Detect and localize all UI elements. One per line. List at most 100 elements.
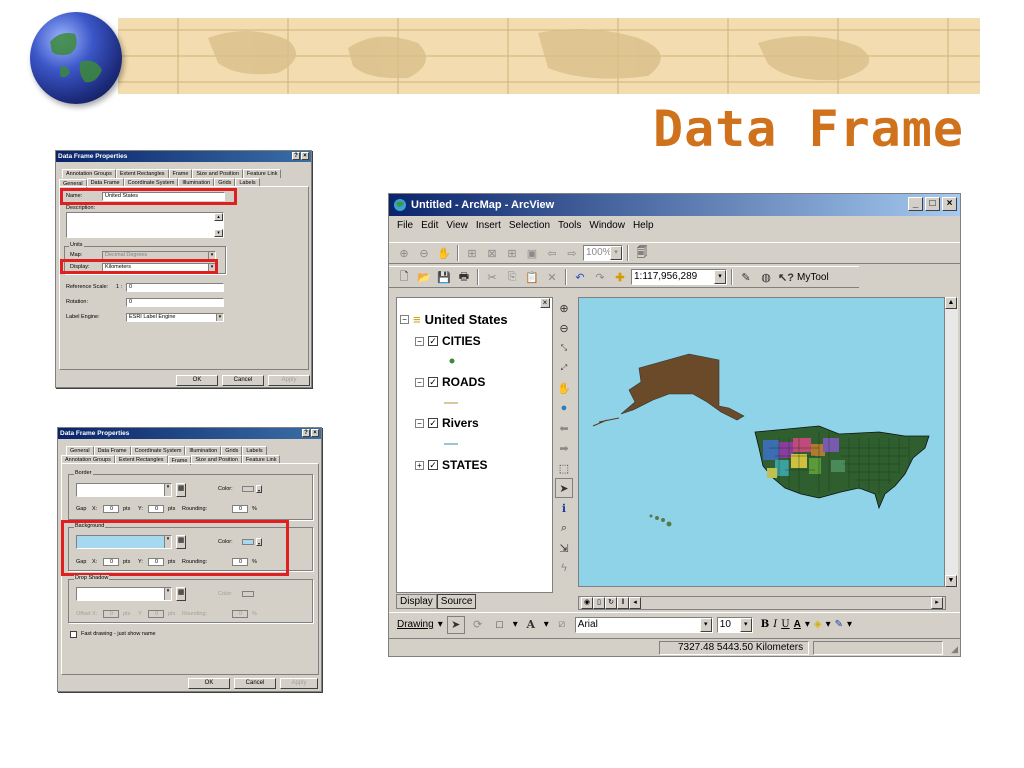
open-folder-icon[interactable]: 📂	[415, 268, 433, 286]
zoom-100-icon[interactable]: ⊠	[483, 244, 501, 262]
bold-button[interactable]: B	[761, 619, 769, 630]
fill-color-icon[interactable]: ◈	[814, 619, 822, 630]
menu-tools[interactable]: Tools	[558, 216, 581, 235]
fixed-zoom-in-icon[interactable]: ⤡	[555, 338, 573, 358]
underline-button[interactable]: U	[781, 619, 789, 630]
chevron-down-icon[interactable]: ▾	[256, 485, 262, 493]
tab-size-and-position[interactable]: Size and Position	[192, 169, 243, 178]
fixed-zoom-out-icon[interactable]: ⤢	[555, 358, 573, 378]
collapse-icon[interactable]: −	[415, 418, 424, 428]
border-style-select[interactable]: ▾	[76, 483, 172, 497]
layer-visibility-checkbox[interactable]: ✓	[428, 336, 438, 346]
font-name-combo[interactable]: Arial ▾	[574, 616, 713, 633]
rotate-icon[interactable]: ⟳	[469, 616, 487, 634]
map-scale-combo[interactable]: 1:117,956,289 ▾	[631, 269, 727, 285]
rotation-field[interactable]: 0	[126, 298, 224, 307]
fast-drawing-checkbox[interactable]	[70, 631, 77, 638]
zoom-in-page-icon[interactable]: ⊕	[395, 244, 413, 262]
select-elements-icon[interactable]: ➤	[446, 615, 465, 634]
tab-frame[interactable]: Frame	[168, 169, 193, 178]
ok-button[interactable]: OK	[188, 678, 230, 689]
label-engine-select[interactable]: ESRI Label Engine ▾	[126, 313, 224, 322]
description-field[interactable]	[66, 212, 224, 238]
cut-icon[interactable]: ✂	[483, 268, 501, 286]
tab-general[interactable]: General	[66, 446, 94, 455]
apply-button[interactable]: Apply	[280, 678, 318, 689]
zoom-percent-combo[interactable]: 100% ▾	[583, 245, 623, 261]
border-color-swatch[interactable]	[242, 486, 254, 492]
copy-icon[interactable]: ⎘	[503, 268, 521, 286]
full-extent-icon[interactable]: ●	[555, 398, 573, 418]
help-button[interactable]: ?	[302, 429, 310, 437]
toggle-draft-mode-icon[interactable]: 🗐	[633, 244, 651, 262]
edit-vertices-icon[interactable]: ⧄	[553, 616, 571, 634]
reference-scale-field[interactable]: 0	[126, 283, 224, 292]
layout-view-button[interactable]: ▯	[593, 597, 605, 609]
border-rounding-field[interactable]: 0	[232, 505, 248, 513]
close-toc-button[interactable]: ×	[540, 298, 550, 308]
line-color-icon[interactable]: ✎	[835, 619, 843, 630]
cancel-button[interactable]: Cancel	[222, 375, 264, 386]
measure-icon[interactable]: ⇲	[555, 538, 573, 558]
tab-coordinate-system[interactable]: Coordinate System	[130, 446, 186, 455]
fixed-zoom-out-icon[interactable]: ▣	[523, 244, 541, 262]
redo-icon[interactable]: ↷	[591, 268, 609, 286]
tab-source[interactable]: Source	[436, 594, 477, 609]
layer-visibility-checkbox[interactable]: ✓	[428, 418, 438, 428]
chevron-down-icon[interactable]: ▾	[513, 619, 518, 630]
editor-toolbar-icon[interactable]: ✎	[737, 268, 755, 286]
text-tool-icon[interactable]: A	[522, 616, 540, 634]
close-button[interactable]: ×	[311, 429, 319, 437]
forward-extent-icon[interactable]: ⇨	[563, 244, 581, 262]
italic-button[interactable]: I	[773, 619, 777, 630]
fixed-zoom-in-icon[interactable]: ⊞	[503, 244, 521, 262]
map-view[interactable]	[578, 297, 946, 587]
rectangle-icon[interactable]: □	[491, 616, 509, 634]
scroll-down-button[interactable]: ▾	[214, 229, 223, 237]
hyperlink-icon[interactable]: ϟ	[555, 558, 573, 578]
zoom-out-page-icon[interactable]: ⊖	[415, 244, 433, 262]
toc-frame-row[interactable]: − ≡ United States	[400, 312, 508, 327]
font-size-combo[interactable]: 10 ▾	[716, 616, 753, 633]
collapse-icon[interactable]: −	[400, 315, 409, 324]
find-icon[interactable]: ⌕	[555, 518, 573, 538]
vertical-scrollbar[interactable]: ▲ ▼	[944, 297, 958, 587]
collapse-icon[interactable]: −	[415, 336, 424, 346]
menu-window[interactable]: Window	[589, 216, 625, 235]
whats-this-icon[interactable]: ↖?	[777, 268, 795, 286]
select-elements-icon[interactable]: ➤	[555, 478, 573, 498]
ok-button[interactable]: OK	[176, 375, 218, 386]
refresh-button[interactable]: ↻	[605, 597, 617, 609]
menu-edit[interactable]: Edit	[421, 216, 438, 235]
tab-illumination[interactable]: Illumination	[185, 446, 222, 455]
menu-insert[interactable]: Insert	[476, 216, 501, 235]
toc-layer-states[interactable]: + ✓ STATES	[415, 458, 488, 472]
identify-icon[interactable]: ℹ	[555, 498, 573, 518]
menu-file[interactable]: File	[397, 216, 413, 235]
chevron-down-icon[interactable]: ▾	[805, 619, 810, 630]
chevron-down-icon[interactable]: ▾	[826, 619, 831, 630]
border-properties-button[interactable]: ▦	[176, 483, 186, 497]
minimize-button[interactable]: _	[908, 197, 923, 211]
scroll-up-button[interactable]: ▲	[945, 297, 957, 309]
zoom-in-icon[interactable]: ⊕	[555, 298, 573, 318]
font-color-icon[interactable]: A	[794, 619, 801, 630]
menu-view[interactable]: View	[446, 216, 468, 235]
tab-annotation-groups[interactable]: Annotation Groups	[62, 169, 116, 178]
close-button[interactable]: ×	[942, 197, 957, 211]
collapse-icon[interactable]: −	[415, 377, 424, 387]
border-gap-x-field[interactable]: 0	[103, 505, 119, 513]
drawing-menu[interactable]: Drawing	[397, 619, 434, 630]
chevron-down-icon[interactable]: ▾	[438, 619, 443, 630]
drop-shadow-style-select[interactable]: ▾	[76, 587, 172, 601]
undo-icon[interactable]: ↶	[571, 268, 589, 286]
drop-shadow-properties-button[interactable]: ▦	[176, 587, 186, 601]
border-gap-y-field[interactable]: 0	[148, 505, 164, 513]
mytool-label[interactable]: MyTool	[797, 272, 829, 283]
expand-icon[interactable]: +	[415, 460, 424, 470]
tab-data-frame[interactable]: Data Frame	[93, 446, 131, 455]
delete-icon[interactable]: ✕	[543, 268, 561, 286]
layer-visibility-checkbox[interactable]: ✓	[428, 377, 438, 387]
pause-drawing-button[interactable]: ‖	[617, 597, 629, 609]
tab-display[interactable]: Display	[396, 594, 437, 609]
